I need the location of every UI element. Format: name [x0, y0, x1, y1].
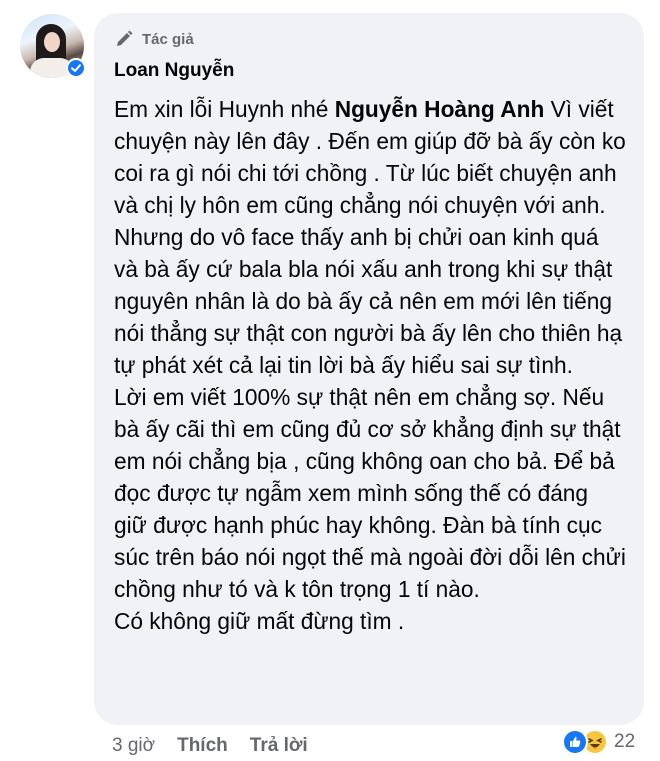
author-badge-label: Tác giả: [142, 30, 194, 48]
comment-paragraph: Có không giữ mất đừng tìm .: [114, 608, 405, 634]
comment-paragraph: Em xin lỗi Huynh nhé Nguyễn Hoàng Anh Vì…: [114, 93, 626, 381]
reaction-count: 22: [614, 731, 636, 752]
comment-text-intro: Em xin lỗi Huynh nhé: [114, 96, 335, 122]
comment-bubble: Tác giả Loan Nguyễn Em xin lỗi Huynh nhé…: [94, 13, 644, 725]
like-button[interactable]: Thích: [177, 735, 228, 757]
like-icon: [562, 729, 588, 755]
verified-badge-icon: [66, 58, 86, 78]
comment-timestamp[interactable]: 3 giờ: [112, 735, 155, 757]
comment-author-name[interactable]: Loan Nguyễn: [114, 59, 626, 83]
reply-button[interactable]: Trả lời: [250, 735, 308, 757]
avatar-face: [44, 32, 60, 52]
comment-text-rest: Vì viết chuyện này lên đây . Đến em giúp…: [114, 96, 626, 378]
reactions-summary[interactable]: 22: [562, 727, 635, 757]
mention-link[interactable]: Nguyễn Hoàng Anh: [335, 96, 545, 122]
pencil-icon: [114, 29, 134, 49]
author-badge: Tác giả: [114, 27, 626, 51]
comment-actions: 3 giờ Thích Trả lời: [112, 733, 308, 759]
comment-body: Em xin lỗi Huynh nhé Nguyễn Hoàng Anh Vì…: [114, 93, 626, 637]
comment-paragraph: Lời em viết 100% sự thật nên em chẳng sợ…: [114, 384, 626, 602]
